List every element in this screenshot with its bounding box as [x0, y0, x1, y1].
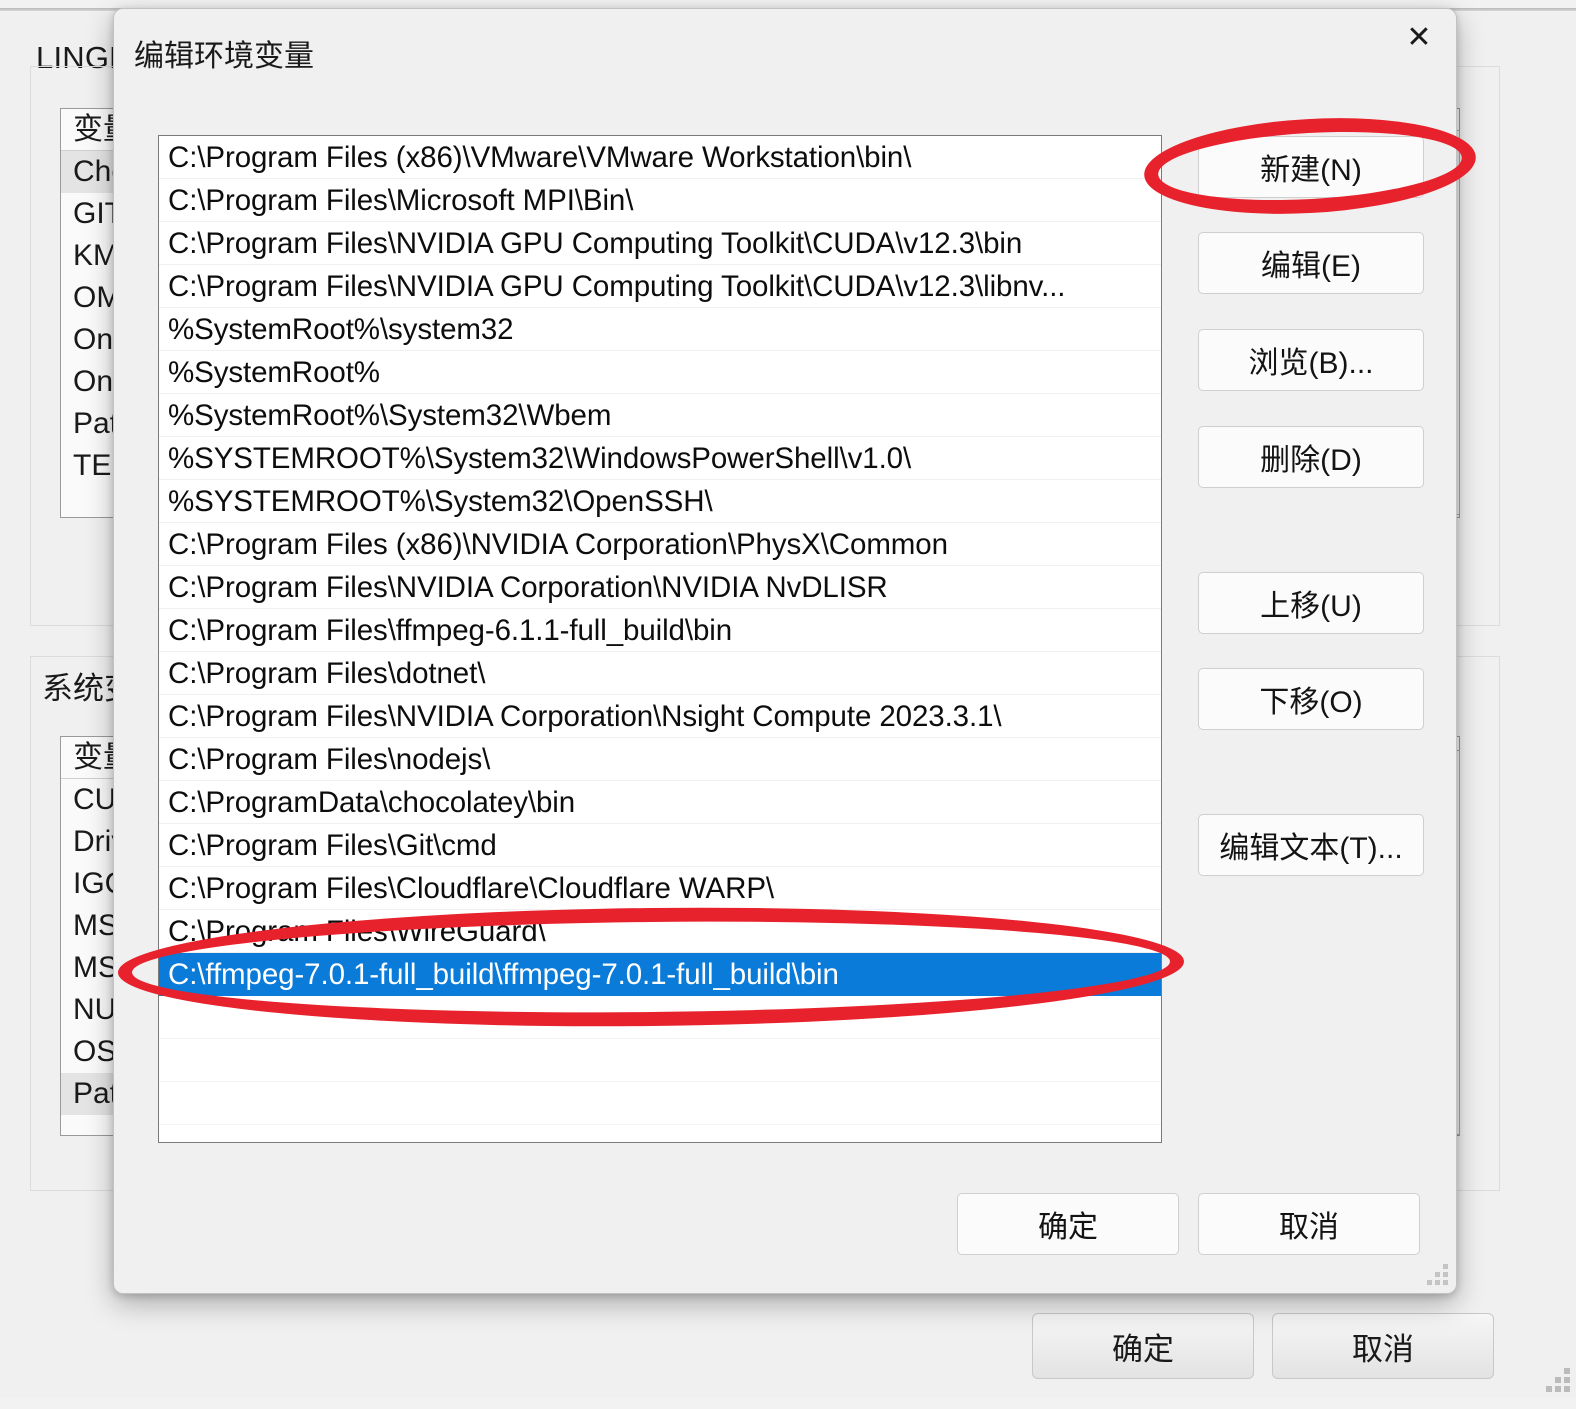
list-item[interactable]: C:\Program Files\dotnet\ — [159, 652, 1161, 695]
list-item-empty[interactable] — [159, 1039, 1161, 1082]
list-item[interactable]: %SystemRoot%\system32 — [159, 308, 1161, 351]
screen: LINGFENG 变量 Cho GIT KM OM One One Pat TE… — [0, 0, 1576, 1409]
new-button[interactable]: 新建(N) — [1198, 136, 1424, 198]
path-entries-list[interactable]: C:\Program Files (x86)\VMware\VMware Wor… — [158, 135, 1162, 1143]
list-item[interactable]: %SYSTEMROOT%\System32\WindowsPowerShell\… — [159, 437, 1161, 480]
list-item[interactable]: C:\Program Files\NVIDIA Corporation\Nsig… — [159, 695, 1161, 738]
edit-environment-variable-dialog: 编辑环境变量 ✕ C:\Program Files (x86)\VMware\V… — [113, 8, 1457, 1294]
list-item[interactable]: C:\ProgramData\chocolatey\bin — [159, 781, 1161, 824]
list-item[interactable]: C:\Program Files\NVIDIA Corporation\NVID… — [159, 566, 1161, 609]
dialog-cancel-button[interactable]: 取消 — [1198, 1193, 1420, 1255]
list-item[interactable]: C:\Program Files\WireGuard\ — [159, 910, 1161, 953]
delete-button[interactable]: 删除(D) — [1198, 426, 1424, 488]
list-item[interactable]: C:\Program Files (x86)\NVIDIA Corporatio… — [159, 523, 1161, 566]
close-icon[interactable]: ✕ — [1384, 11, 1454, 65]
list-item[interactable]: %SystemRoot%\System32\Wbem — [159, 394, 1161, 437]
list-item[interactable]: C:\Program Files\nodejs\ — [159, 738, 1161, 781]
list-item[interactable]: %SystemRoot% — [159, 351, 1161, 394]
move-up-button[interactable]: 上移(U) — [1198, 572, 1424, 634]
list-item[interactable]: C:\Program Files (x86)\VMware\VMware Wor… — [159, 136, 1161, 179]
resize-grip-icon[interactable] — [1426, 1263, 1448, 1285]
edit-button[interactable]: 编辑(E) — [1198, 232, 1424, 294]
background-cancel-button[interactable]: 取消 — [1272, 1313, 1494, 1379]
list-item-empty[interactable] — [159, 1082, 1161, 1125]
dialog-ok-button[interactable]: 确定 — [957, 1193, 1179, 1255]
dialog-title: 编辑环境变量 — [134, 40, 314, 73]
list-item[interactable]: C:\Program Files\NVIDIA GPU Computing To… — [159, 265, 1161, 308]
list-item[interactable]: %SYSTEMROOT%\System32\OpenSSH\ — [159, 480, 1161, 523]
list-item-selected[interactable]: C:\ffmpeg-7.0.1-full_build\ffmpeg-7.0.1-… — [159, 953, 1161, 996]
edit-text-button[interactable]: 编辑文本(T)... — [1198, 814, 1424, 876]
list-item[interactable]: C:\Program Files\Microsoft MPI\Bin\ — [159, 179, 1161, 222]
list-item-empty[interactable] — [159, 996, 1161, 1039]
browse-button[interactable]: 浏览(B)... — [1198, 329, 1424, 391]
list-item[interactable]: C:\Program Files\NVIDIA GPU Computing To… — [159, 222, 1161, 265]
resize-grip-icon[interactable] — [1544, 1366, 1570, 1392]
list-item[interactable]: C:\Program Files\ffmpeg-6.1.1-full_build… — [159, 609, 1161, 652]
background-ok-button[interactable]: 确定 — [1032, 1313, 1254, 1379]
move-down-button[interactable]: 下移(O) — [1198, 668, 1424, 730]
list-item[interactable]: C:\Program Files\Git\cmd — [159, 824, 1161, 867]
list-item[interactable]: C:\Program Files\Cloudflare\Cloudflare W… — [159, 867, 1161, 910]
